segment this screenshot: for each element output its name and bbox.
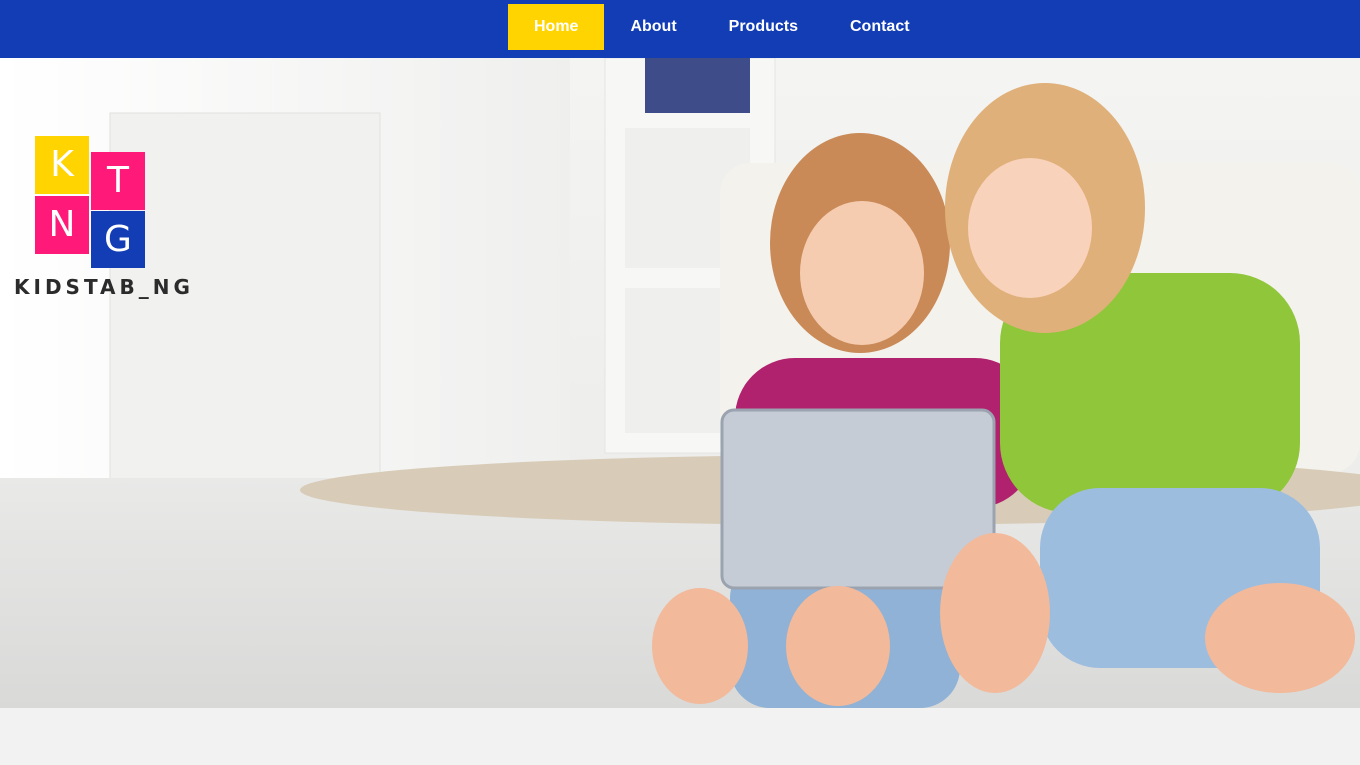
foot-shape xyxy=(786,586,890,706)
foot-shape xyxy=(1205,583,1355,693)
page-content-area xyxy=(0,708,1360,765)
foot-shape xyxy=(652,588,748,704)
logo-tile-k: K xyxy=(35,136,89,194)
logo-tile-t: T xyxy=(91,152,145,210)
nav-about-link[interactable]: About xyxy=(604,4,702,50)
foot-shape xyxy=(940,533,1050,693)
girl-face-shape xyxy=(800,201,924,345)
logo-tile-n: N xyxy=(35,196,89,254)
nav-links: Home About Products Contact xyxy=(508,4,936,50)
books-shape xyxy=(645,58,750,113)
hero-image xyxy=(0,58,1360,708)
logo-wordmark: KIDSTAB_NG xyxy=(14,275,194,299)
nav-products-link[interactable]: Products xyxy=(703,4,824,50)
kidstab-logo[interactable]: K T N G KIDSTAB_NG xyxy=(14,136,194,306)
girl-face-shape xyxy=(968,158,1092,298)
logo-tile-g: G xyxy=(91,211,145,268)
hero-banner: K T N G KIDSTAB_NG xyxy=(0,58,1360,708)
top-navbar: Home About Products Contact xyxy=(0,0,1360,58)
nav-contact-link[interactable]: Contact xyxy=(824,4,936,50)
nav-home-link[interactable]: Home xyxy=(508,4,605,50)
